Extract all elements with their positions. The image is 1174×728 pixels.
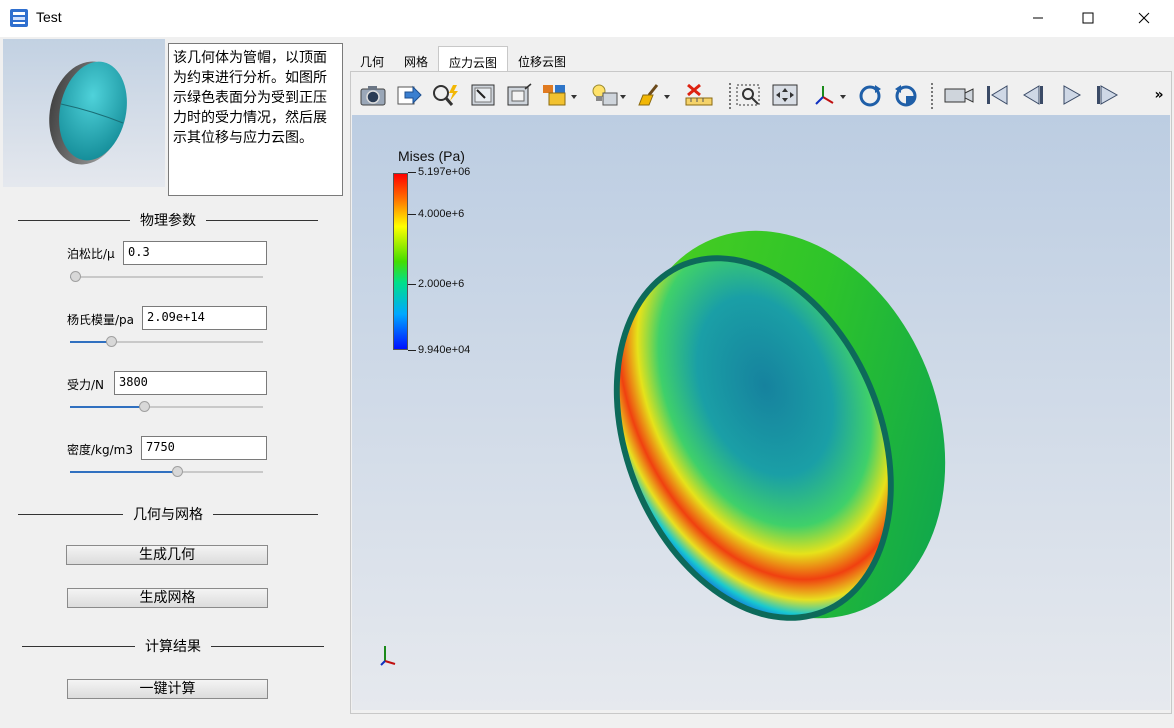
density-slider[interactable] [70, 466, 263, 478]
app-icon [10, 9, 28, 27]
geometry-preview [3, 39, 165, 187]
density-label: 密度/kg/m3 [67, 443, 133, 457]
fit-view-button[interactable] [770, 82, 800, 108]
first-frame-button[interactable] [982, 82, 1012, 108]
tab-geometry[interactable]: 几何 [350, 46, 394, 72]
force-input[interactable]: 3800 [114, 371, 267, 395]
density-input[interactable]: 7750 [141, 436, 267, 460]
tab-mesh[interactable]: 网格 [394, 46, 438, 72]
fit-view-icon [772, 84, 798, 106]
play-icon [1063, 85, 1082, 105]
ruler-delete-button[interactable] [682, 82, 720, 108]
maximize-icon [1082, 12, 1094, 24]
view-container: » Mises (Pa) 5.197e+06 4.000e+6 2.000e+6… [350, 71, 1172, 714]
tab-bar: 几何 网格 应力云图 位移云图 [350, 46, 576, 72]
results-section-header: 计算结果 [22, 636, 324, 656]
youngs-modulus-label: 杨氏模量/pa [67, 313, 135, 327]
slider-thumb[interactable] [106, 336, 117, 347]
camera-icon [360, 86, 386, 106]
rotate-cw-icon [859, 85, 881, 107]
title-bar: Test [0, 0, 1174, 37]
geometry-mesh-section-header: 几何与网格 [18, 504, 318, 524]
tab-displacement-contour[interactable]: 位移云图 [508, 46, 576, 72]
youngs-modulus-slider[interactable] [70, 336, 263, 348]
export-icon [397, 85, 422, 105]
force-label: 受力/N [67, 378, 105, 392]
toolbar-overflow-button[interactable]: » [1150, 82, 1168, 108]
slider-thumb[interactable] [139, 401, 150, 412]
axes-orient-button[interactable] [812, 82, 848, 108]
view-frame-button[interactable] [504, 82, 534, 108]
toolbar-separator [931, 83, 933, 109]
last-frame-icon [1097, 85, 1119, 105]
delete-ruler-icon [685, 83, 713, 106]
slider-fill [70, 341, 111, 343]
close-icon [1138, 12, 1150, 24]
left-panel: 该几何体为管帽，以顶面为约束进行分析。如图所示绿色表面分为受到正压力时的受力情况… [2, 38, 346, 724]
clear-button[interactable] [636, 82, 672, 108]
generate-mesh-button[interactable]: 生成网格 [67, 588, 268, 608]
record-video-icon [944, 88, 974, 103]
compute-button[interactable]: 一键计算 [67, 679, 268, 699]
generate-geometry-button[interactable]: 生成几何 [66, 545, 268, 565]
zoom-box-icon [736, 84, 760, 106]
3d-viewport[interactable]: Mises (Pa) 5.197e+06 4.000e+6 2.000e+6 9… [352, 115, 1170, 710]
play-button[interactable] [1056, 82, 1086, 108]
prev-frame-icon [1023, 85, 1043, 105]
slider-thumb[interactable] [70, 271, 81, 282]
clear-brush-icon [638, 84, 670, 106]
prev-frame-button[interactable] [1018, 82, 1048, 108]
physics-section-header: 物理参数 [18, 210, 318, 230]
last-frame-button[interactable] [1092, 82, 1122, 108]
minimize-icon [1033, 17, 1043, 19]
rotate-cw-button[interactable] [855, 82, 885, 108]
force-slider[interactable] [70, 401, 263, 413]
view-frame-icon [507, 83, 532, 106]
axes-triad-icon [380, 646, 396, 666]
stress-contour-model [613, 230, 946, 621]
maximize-button[interactable] [1062, 0, 1114, 36]
result-panel: 几何 网格 应力云图 位移云图 » Mises (Pa) 5.197e+06 4… [350, 46, 1172, 714]
lighting-button[interactable] [588, 82, 628, 108]
section-label: 物理参数 [140, 213, 196, 229]
display-style-button[interactable] [540, 82, 580, 108]
rotate-ccw-icon [895, 85, 917, 107]
slider-track [70, 276, 263, 278]
select-box-button[interactable] [468, 82, 498, 108]
axes-orient-icon [815, 86, 846, 105]
toolbar-separator [729, 83, 731, 109]
select-box-icon [471, 84, 495, 106]
slider-fill [70, 471, 177, 473]
record-video-button[interactable] [942, 82, 976, 108]
section-label: 计算结果 [145, 639, 201, 655]
poisson-input[interactable]: 0.3 [123, 241, 267, 265]
description-text: 该几何体为管帽，以顶面为约束进行分析。如图所示绿色表面分为受到正压力时的受力情况… [168, 43, 343, 196]
screenshot-button[interactable] [358, 82, 388, 108]
light-bulb-icon [592, 84, 626, 106]
display-style-icon [543, 85, 577, 106]
window-title: Test [36, 9, 62, 25]
close-button[interactable] [1118, 0, 1170, 36]
first-frame-icon [987, 85, 1008, 105]
minimize-button[interactable] [1012, 0, 1064, 36]
poisson-slider[interactable] [70, 271, 263, 283]
probe-button[interactable] [430, 82, 462, 108]
slider-thumb[interactable] [172, 466, 183, 477]
probe-icon [433, 85, 458, 106]
export-button[interactable] [394, 82, 424, 108]
youngs-modulus-input[interactable]: 2.09e+14 [142, 306, 267, 330]
tab-stress-contour[interactable]: 应力云图 [438, 46, 509, 72]
pipe-cap-thumbnail [49, 61, 127, 165]
rotate-ccw-button[interactable] [891, 82, 921, 108]
poisson-label: 泊松比/μ [67, 247, 115, 261]
view-toolbar: » [352, 73, 1170, 115]
section-label: 几何与网格 [133, 507, 203, 523]
zoom-box-button[interactable] [734, 82, 764, 108]
slider-fill [70, 406, 144, 408]
